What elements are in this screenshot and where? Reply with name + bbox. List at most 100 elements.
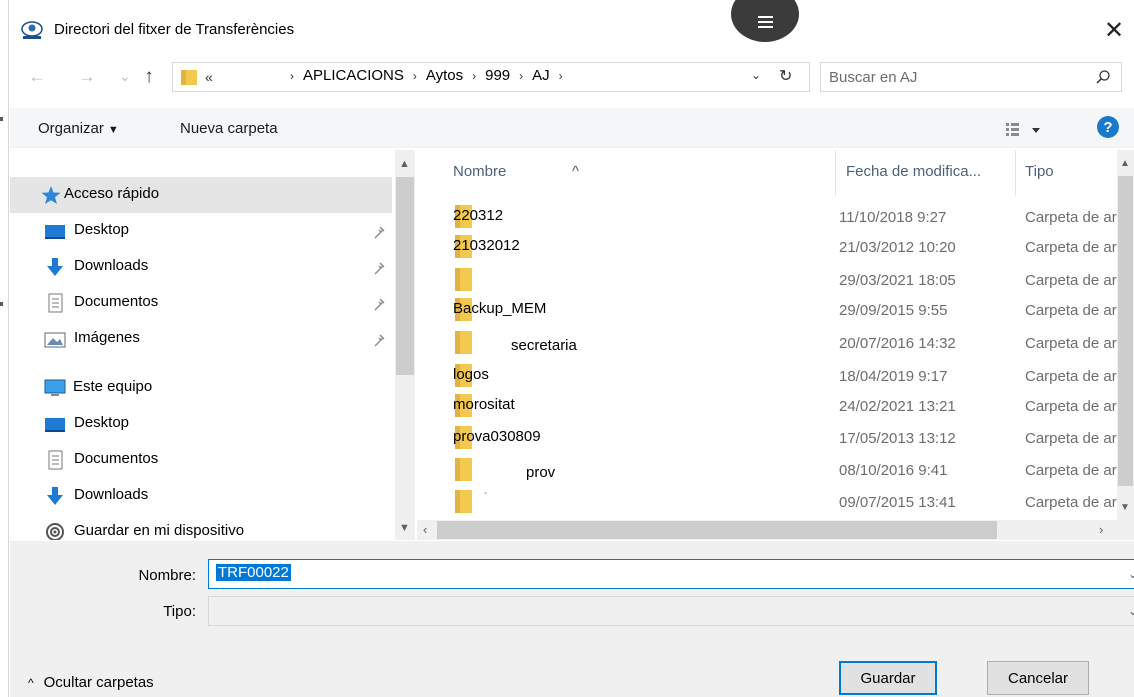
sidebar-item-this-pc[interactable]: Este equipo	[10, 370, 392, 406]
sidebar-item-downloads[interactable]: Downloads	[10, 249, 392, 285]
scroll-down-icon[interactable]: ▼	[1120, 502, 1130, 513]
scroll-left-icon[interactable]: ‹	[423, 522, 427, 537]
sidebar-item-documents[interactable]: Documentos	[10, 285, 392, 321]
sidebar-item-desktop[interactable]: Desktop	[10, 213, 392, 249]
breadcrumb-item[interactable]: 999	[485, 67, 510, 84]
sidebar-item-quick-access[interactable]: Acceso rápido	[10, 177, 392, 213]
table-row[interactable]: 220312 11/10/2018 9:27 Carpeta de archiv…	[417, 201, 1117, 235]
view-options-icon[interactable]	[1004, 119, 1044, 139]
file-type: Carpeta de archivos	[1025, 398, 1117, 415]
chevron-down-icon[interactable]: ⌄	[1128, 604, 1134, 618]
scrollbar-thumb[interactable]	[437, 521, 997, 539]
chevron-down-icon[interactable]: ⌄	[1128, 567, 1134, 581]
folder-icon	[181, 70, 197, 85]
file-date: 20/07/2016 14:32	[839, 335, 956, 352]
chevron-right-icon[interactable]: ›	[519, 69, 523, 83]
back-button[interactable]: ←	[26, 66, 48, 88]
sidebar-item-documents-pc[interactable]: Documentos	[10, 442, 392, 478]
file-date: 29/03/2021 18:05	[839, 272, 956, 289]
scroll-up-icon[interactable]: ▲	[399, 158, 410, 170]
sidebar-item-save-device[interactable]: Guardar en mi dispositivo	[10, 514, 392, 540]
breadcrumb-item[interactable]: Aytos	[426, 67, 463, 84]
chevron-right-icon[interactable]: ›	[413, 69, 417, 83]
breadcrumb-item[interactable]: APLICACIONS	[303, 67, 404, 84]
close-icon: ✕	[1103, 16, 1125, 44]
file-list-vertical-scrollbar[interactable]: ▲ ▼	[1117, 150, 1134, 520]
table-row[interactable]: prov 08/10/2016 9:41 Carpeta de archivos	[417, 454, 1117, 488]
window-title: Directori del fitxer de Transferències	[54, 21, 295, 38]
file-name-label: Nombre:	[138, 567, 196, 584]
sidebar-item-desktop-pc[interactable]: Desktop	[10, 406, 392, 442]
scrollbar-thumb[interactable]	[396, 177, 414, 375]
file-name: prov	[526, 464, 556, 481]
sidebar-item-downloads-pc[interactable]: Downloads	[10, 478, 392, 514]
download-icon	[47, 487, 63, 505]
file-date: 09/07/2015 13:41	[839, 494, 956, 511]
file-date: 21/03/2012 10:20	[839, 239, 956, 256]
column-header-date[interactable]: Fecha de modifica...	[836, 150, 1015, 196]
breadcrumb-item[interactable]: AJ	[532, 67, 550, 84]
folder-icon	[455, 268, 472, 291]
table-row[interactable]: prova030809 17/05/2013 13:12 Carpeta de …	[417, 422, 1117, 456]
chevron-right-icon[interactable]: ›	[472, 69, 476, 83]
hide-folders-toggle[interactable]: ^ Ocultar carpetas	[28, 674, 154, 691]
search-input[interactable]	[829, 67, 1079, 87]
pin-icon[interactable]	[374, 225, 386, 239]
scroll-down-icon[interactable]: ▼	[399, 522, 410, 534]
column-header-type[interactable]: Tipo	[1016, 150, 1116, 196]
file-name-field[interactable]: TRF00022 ⌄	[208, 559, 1134, 589]
forward-button[interactable]: →	[76, 66, 98, 88]
chevron-right-icon[interactable]: ›	[290, 69, 294, 83]
table-row[interactable]: morositat 24/02/2021 13:21 Carpeta de ar…	[417, 390, 1117, 424]
chevron-up-icon: ^	[28, 675, 34, 690]
file-name: ·	[483, 484, 488, 501]
column-label: Fecha de modifica...	[846, 163, 982, 180]
window-edge-mark	[0, 117, 3, 121]
column-header-name[interactable]: ^ Nombre	[417, 150, 835, 196]
file-name: Backup_MEM	[453, 300, 547, 317]
sidebar-scrollbar[interactable]: ▲ ▼	[395, 150, 415, 540]
sidebar-item-pictures[interactable]: Imágenes	[10, 321, 392, 357]
search-icon[interactable]	[1095, 69, 1111, 85]
scroll-right-icon[interactable]: ›	[1099, 522, 1103, 537]
new-folder-button[interactable]: Nueva carpeta	[180, 120, 278, 137]
window-edge-mark	[0, 302, 3, 306]
refresh-icon[interactable]: ↻	[779, 66, 792, 86]
close-button[interactable]: ✕	[1094, 10, 1134, 50]
file-type: Carpeta de archivos	[1025, 239, 1117, 256]
table-row[interactable]: secretaria 20/07/2016 14:32 Carpeta de a…	[417, 327, 1117, 361]
pin-icon[interactable]	[374, 297, 386, 311]
device-icon	[46, 523, 64, 540]
up-button[interactable]: ↑	[138, 66, 160, 88]
address-overflow-button[interactable]: «	[205, 69, 213, 85]
help-icon[interactable]: ?	[1097, 116, 1119, 138]
save-panel: Nombre: TRF00022 ⌄ Tipo: ⌄ ^ Ocultar car…	[10, 541, 1134, 697]
pin-icon[interactable]	[374, 261, 386, 275]
save-button[interactable]: Guardar	[839, 661, 937, 695]
search-box[interactable]	[820, 62, 1122, 92]
table-row[interactable]: 29/03/2021 18:05 Carpeta de archivos	[417, 264, 1117, 298]
table-row[interactable]: · 09/07/2015 13:41 Carpeta de archivos	[417, 484, 1117, 520]
table-row[interactable]: 21032012 21/03/2012 10:20 Carpeta de arc…	[417, 231, 1117, 265]
sidebar-item-label: Desktop	[74, 221, 130, 238]
file-name-value[interactable]: TRF00022	[216, 564, 291, 581]
sidebar-item-label: Documentos	[74, 450, 159, 467]
scroll-up-icon[interactable]: ▲	[1120, 158, 1130, 169]
file-list-horizontal-scrollbar[interactable]: ‹ ›	[417, 520, 1134, 540]
address-bar[interactable]: « › APLICACIONS › Aytos › 999 › AJ › ⌄ ↻	[172, 62, 810, 92]
sidebar-item-label: Acceso rápido	[64, 185, 160, 202]
cancel-button[interactable]: Cancelar	[987, 661, 1089, 695]
address-history-dropdown[interactable]: ⌄	[751, 68, 761, 82]
pin-icon[interactable]	[374, 333, 386, 347]
chevron-right-icon[interactable]: ›	[559, 69, 563, 83]
file-type-select[interactable]: ⌄	[208, 596, 1134, 626]
recent-locations-button[interactable]: ⌄	[114, 66, 136, 88]
arrow-up-icon: ↑	[144, 66, 154, 87]
star-icon	[41, 186, 61, 204]
organize-button[interactable]: Organizar ▼	[38, 120, 119, 137]
download-icon	[47, 258, 63, 276]
table-row[interactable]: Backup_MEM 29/09/2015 9:55 Carpeta de ar…	[417, 294, 1117, 328]
sidebar-item-label: Desktop	[74, 414, 130, 431]
table-row[interactable]: logos 18/04/2019 9:17 Carpeta de archivo…	[417, 360, 1117, 394]
scrollbar-thumb[interactable]	[1118, 176, 1133, 486]
